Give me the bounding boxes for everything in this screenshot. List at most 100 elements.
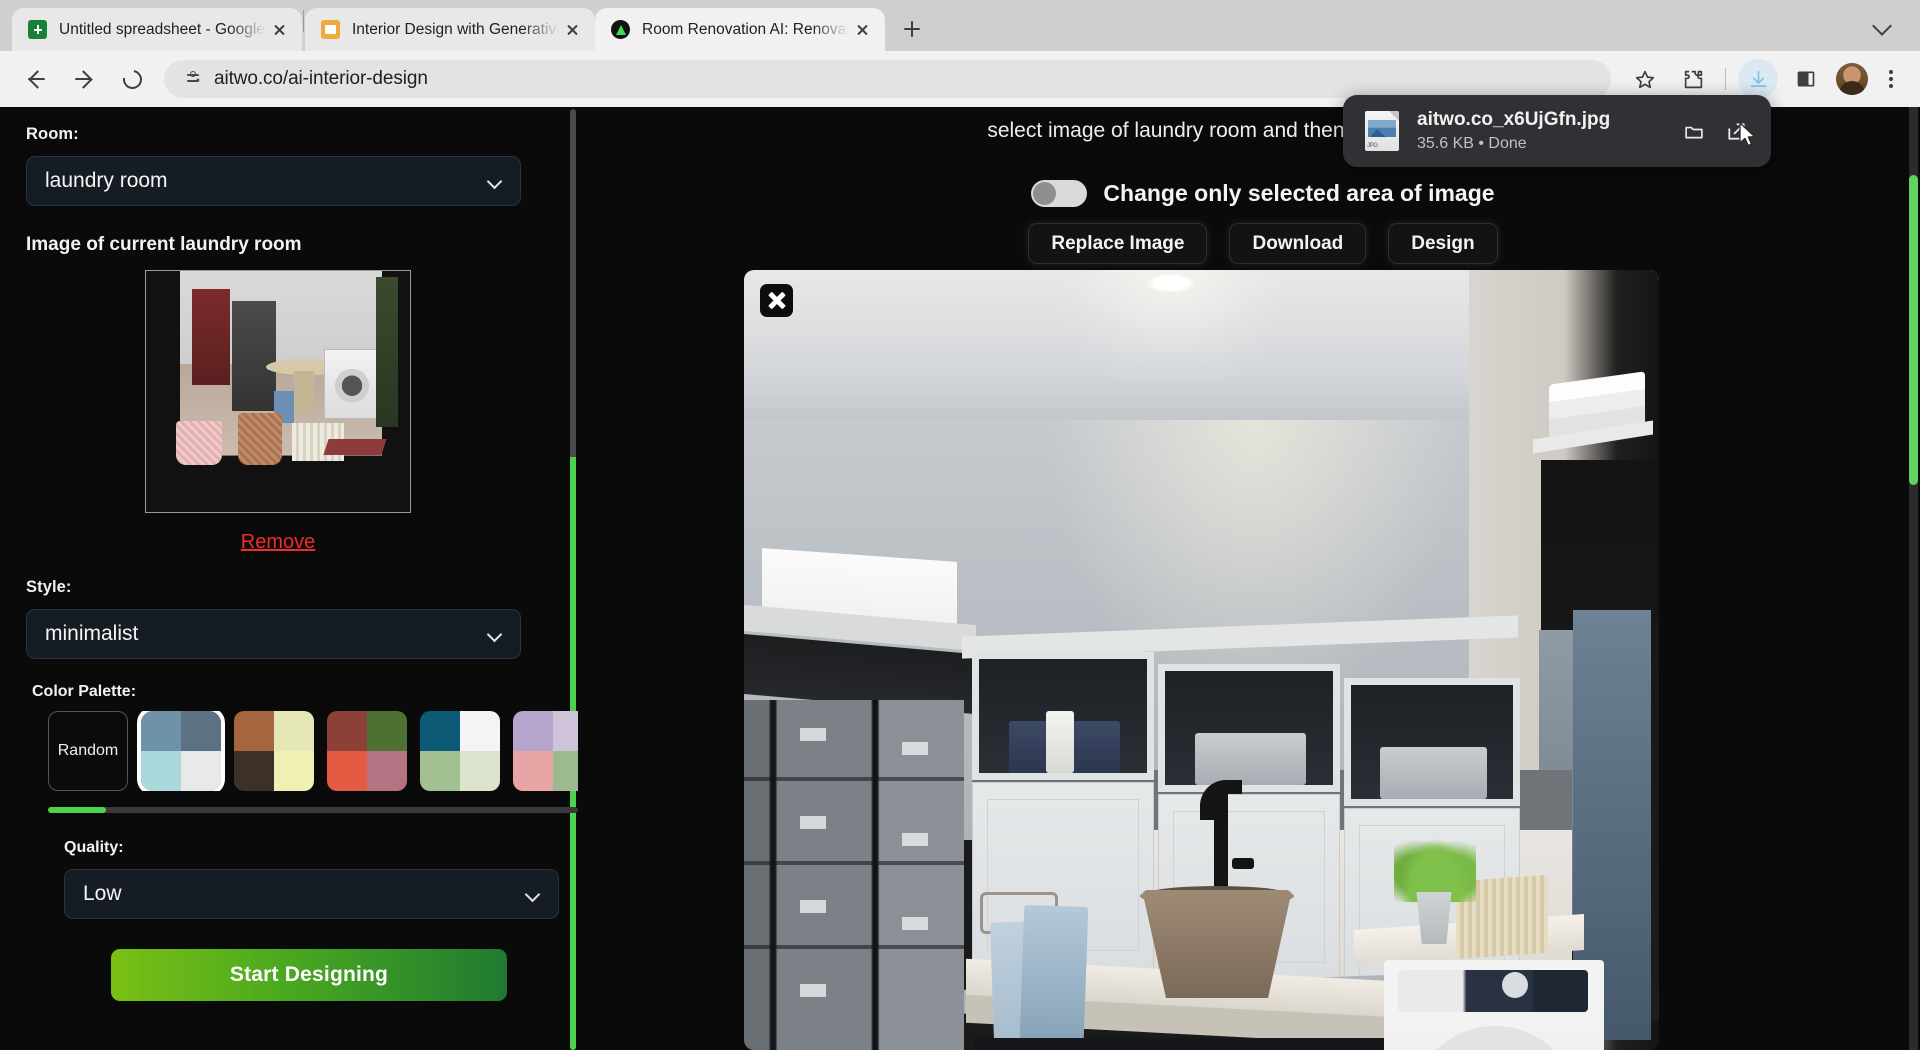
thumb-doorway xyxy=(376,277,398,427)
swatch-quadrant xyxy=(420,711,460,751)
swatch-quadrant xyxy=(553,751,578,791)
storage-bin-gray xyxy=(1195,733,1306,785)
replace-image-button[interactable]: Replace Image xyxy=(1028,223,1207,264)
sheets-icon xyxy=(28,20,47,39)
jpg-ext-label: JPG xyxy=(1367,143,1377,149)
jpg-thumb xyxy=(1368,120,1396,137)
swatch-quadrant xyxy=(141,711,181,751)
palette-swatch-red-green[interactable] xyxy=(327,711,407,791)
chevron-down-icon xyxy=(487,627,503,643)
thumb-table-leg xyxy=(294,371,314,413)
palette-swatch-blue-gray[interactable] xyxy=(141,711,221,791)
forward-button[interactable] xyxy=(64,59,104,99)
quality-select[interactable]: Low xyxy=(64,869,559,919)
download-button[interactable]: Download xyxy=(1229,223,1366,264)
start-designing-button[interactable]: Start Designing xyxy=(111,949,507,1001)
side-panel-icon xyxy=(1796,69,1816,89)
star-icon xyxy=(1634,69,1656,90)
chevron-down-icon xyxy=(525,887,541,903)
generated-image-card[interactable] xyxy=(744,270,1659,1050)
browser-tab-2[interactable]: Interior Design with Generative AI xyxy=(305,8,595,51)
swatch-quadrant xyxy=(553,711,578,751)
locker-label xyxy=(902,833,928,846)
blue-towel-1 xyxy=(1020,905,1089,1042)
extensions-button[interactable] xyxy=(1673,59,1713,99)
selected-area-toggle-row: Change only selected area of image xyxy=(576,180,1920,207)
swatch-quadrant xyxy=(327,711,367,751)
locker-seam xyxy=(744,777,964,781)
thumb-filing-cabinet xyxy=(232,301,276,411)
kebab-menu-icon[interactable] xyxy=(1874,62,1908,96)
toolbar-actions xyxy=(1621,59,1908,99)
locker-label xyxy=(800,728,826,741)
address-bar[interactable]: aitwo.co/ai-interior-design xyxy=(164,60,1611,98)
new-tab-button[interactable] xyxy=(895,12,929,46)
palette-scrollbar[interactable] xyxy=(48,807,578,813)
show-in-folder-button[interactable] xyxy=(1673,110,1715,152)
change-selected-area-toggle[interactable] xyxy=(1031,180,1087,207)
palette-swatch-terracotta-cream[interactable] xyxy=(234,711,314,791)
jpg-file-icon: JPG xyxy=(1365,111,1399,151)
locker-seam xyxy=(744,945,964,949)
style-value: minimalist xyxy=(45,622,138,646)
palette-swatch-random[interactable]: Random xyxy=(48,711,128,791)
design-button[interactable]: Design xyxy=(1388,223,1497,264)
swatch-quadrant xyxy=(234,711,274,751)
tab-divider xyxy=(303,10,304,32)
swatch-quadrant xyxy=(181,751,221,791)
washer-knob xyxy=(1502,972,1528,998)
remove-image-link[interactable]: Remove xyxy=(26,531,530,554)
swatch-quadrant xyxy=(460,711,500,751)
avatar[interactable] xyxy=(1836,63,1868,95)
puzzle-icon xyxy=(1683,69,1704,90)
tab-strip: Untitled spreadsheet - Google Sheets Int… xyxy=(0,0,1920,51)
thumb-red-cabinet xyxy=(192,289,230,385)
cabinet-cubby-2 xyxy=(1158,664,1340,792)
reload-button[interactable] xyxy=(112,59,152,99)
current-image-label: Image of current laundry room xyxy=(26,234,530,256)
page-scrollbar-thumb[interactable] xyxy=(1909,175,1918,485)
downloads-button[interactable] xyxy=(1738,59,1778,99)
tab-close-icon[interactable] xyxy=(559,17,585,43)
site-settings-icon[interactable] xyxy=(178,64,208,94)
browser-tab-3-active[interactable]: Room Renovation AI: Renovate your home xyxy=(595,8,885,51)
chevron-down-icon xyxy=(487,174,503,190)
download-bubble[interactable]: JPG aitwo.co_x6UjGfn.jpg 35.6 KB • Done xyxy=(1343,95,1771,167)
chevron-down-icon[interactable] xyxy=(1868,10,1898,40)
potted-plant-foliage xyxy=(1394,830,1476,902)
swatch-quadrant xyxy=(513,751,553,791)
mouse-pointer xyxy=(1739,122,1757,148)
download-filename: aitwo.co_x6UjGfn.jpg xyxy=(1417,109,1673,131)
palette-swatch-lavender-pink[interactable] xyxy=(513,711,578,791)
style-select[interactable]: minimalist xyxy=(26,609,521,659)
swatch-quadrant xyxy=(513,711,553,751)
toggle-label: Change only selected area of image xyxy=(1103,180,1494,207)
current-room-thumbnail[interactable] xyxy=(145,270,411,513)
side-panel-button[interactable] xyxy=(1786,59,1826,99)
tab-title: Room Renovation AI: Renovate your home xyxy=(642,21,849,39)
swatch-quadrant xyxy=(327,751,367,791)
stone-vessel-sink xyxy=(1142,890,1292,998)
page-content: Room: laundry room Image of current laun… xyxy=(0,107,1920,1050)
washer-door xyxy=(1410,1026,1580,1050)
swatch-quadrant xyxy=(367,751,407,791)
front-load-washer xyxy=(1384,960,1604,1050)
room-select[interactable]: laundry room xyxy=(26,156,521,206)
url-text: aitwo.co/ai-interior-design xyxy=(214,68,428,90)
back-button[interactable] xyxy=(16,59,56,99)
main-panel: select image of laundry room and then cl… xyxy=(576,107,1920,1050)
bookmark-button[interactable] xyxy=(1625,59,1665,99)
close-x-icon[interactable] xyxy=(760,284,793,317)
palette-scrollbar-thumb[interactable] xyxy=(48,807,106,813)
page-scrollbar[interactable] xyxy=(1909,107,1918,1050)
browser-tab-1[interactable]: Untitled spreadsheet - Google Sheets xyxy=(12,8,302,51)
settings-sidebar: Room: laundry room Image of current laun… xyxy=(0,107,570,1050)
swatch-quadrant xyxy=(274,711,314,751)
download-status: 35.6 KB • Done xyxy=(1417,135,1673,153)
tab-title: Interior Design with Generative AI xyxy=(352,21,559,39)
palette-swatch-teal-sage[interactable] xyxy=(420,711,500,791)
swatch-quadrant xyxy=(420,751,460,791)
tab-close-icon[interactable] xyxy=(849,17,875,43)
swatch-quadrant xyxy=(234,751,274,791)
tab-close-icon[interactable] xyxy=(266,17,292,43)
